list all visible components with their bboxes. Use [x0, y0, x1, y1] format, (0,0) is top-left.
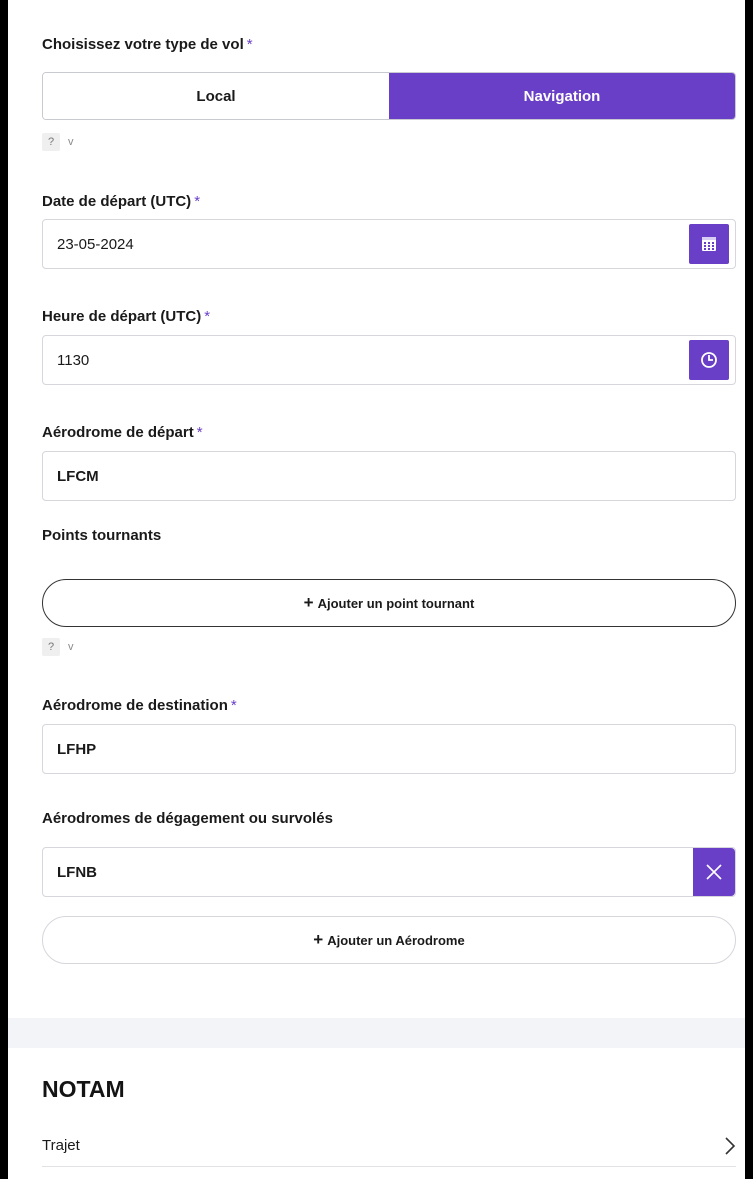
required-mark: * — [194, 193, 201, 210]
notam-trajet-label: Trajet — [42, 1137, 80, 1154]
departure-aerodrome-value: LFCM — [57, 467, 99, 485]
departure-aerodrome-field[interactable]: LFCM — [42, 451, 736, 501]
flight-type-label-text: Choisissez votre type de vol — [42, 36, 244, 53]
add-aerodrome-button[interactable]: + Ajouter un Aérodrome — [42, 916, 736, 964]
departure-time-value: 1130 — [57, 351, 90, 369]
plus-icon: + — [313, 930, 324, 949]
required-mark: * — [204, 308, 211, 325]
destination-aerodrome-value: LFHP — [57, 740, 97, 758]
help-toggle: v — [68, 136, 74, 148]
departure-date-label-text: Date de départ (UTC) — [42, 193, 192, 210]
alternate-aerodrome-field[interactable]: LFNB — [42, 847, 736, 897]
destination-aerodrome-field[interactable]: LFHP — [42, 724, 736, 774]
departure-time-label: Heure de départ (UTC) * — [42, 308, 210, 325]
help-toggle: v — [68, 641, 74, 653]
add-turning-point-label: Ajouter un point tournant — [317, 595, 475, 611]
clock-icon — [701, 352, 717, 368]
help-question-icon: ? — [42, 638, 60, 656]
departure-time-label-text: Heure de départ (UTC) — [42, 308, 202, 325]
turning-points-label: Points tournants — [42, 527, 162, 544]
destination-aerodrome-label-text: Aérodrome de destination — [42, 697, 228, 714]
close-icon — [706, 864, 722, 880]
flight-type-label: Choisissez votre type de vol * — [42, 36, 253, 53]
section-divider — [8, 1018, 745, 1048]
plus-icon: + — [303, 593, 314, 612]
flight-type-help[interactable]: ? v — [42, 133, 74, 151]
calendar-button[interactable] — [689, 224, 729, 264]
clock-button[interactable] — [689, 340, 729, 380]
flight-type-local-button[interactable]: Local — [43, 73, 389, 119]
add-aerodrome-label: Ajouter un Aérodrome — [327, 932, 465, 948]
add-turning-point-button[interactable]: + Ajouter un point tournant — [42, 579, 736, 627]
turning-points-help[interactable]: ? v — [42, 638, 74, 656]
alternate-aerodrome-value: LFNB — [57, 863, 97, 881]
departure-time-field[interactable]: 1130 — [42, 335, 736, 385]
form-panel: Choisissez votre type de vol * Local Navi… — [8, 0, 745, 1179]
flight-type-navigation-button[interactable]: Navigation — [389, 73, 735, 119]
departure-date-field[interactable]: 23-05-2024 — [42, 219, 736, 269]
flight-type-toggle: Local Navigation — [42, 72, 736, 120]
required-mark: * — [196, 424, 203, 441]
notam-title: NOTAM — [42, 1076, 125, 1102]
departure-date-label: Date de départ (UTC) * — [42, 193, 200, 210]
chevron-right-icon — [725, 1136, 736, 1155]
help-question-icon: ? — [42, 133, 60, 151]
departure-aerodrome-label-text: Aérodrome de départ — [42, 424, 194, 441]
calendar-icon — [702, 237, 716, 251]
destination-aerodrome-label: Aérodrome de destination * — [42, 697, 237, 714]
notam-trajet-row[interactable]: Trajet — [42, 1125, 736, 1167]
alternate-aerodromes-label: Aérodromes de dégagement ou survolés — [42, 810, 333, 827]
required-mark: * — [246, 36, 253, 53]
remove-aerodrome-button[interactable] — [693, 848, 735, 896]
departure-aerodrome-label: Aérodrome de départ * — [42, 424, 203, 441]
departure-date-value: 23-05-2024 — [57, 235, 134, 253]
required-mark: * — [230, 697, 237, 714]
